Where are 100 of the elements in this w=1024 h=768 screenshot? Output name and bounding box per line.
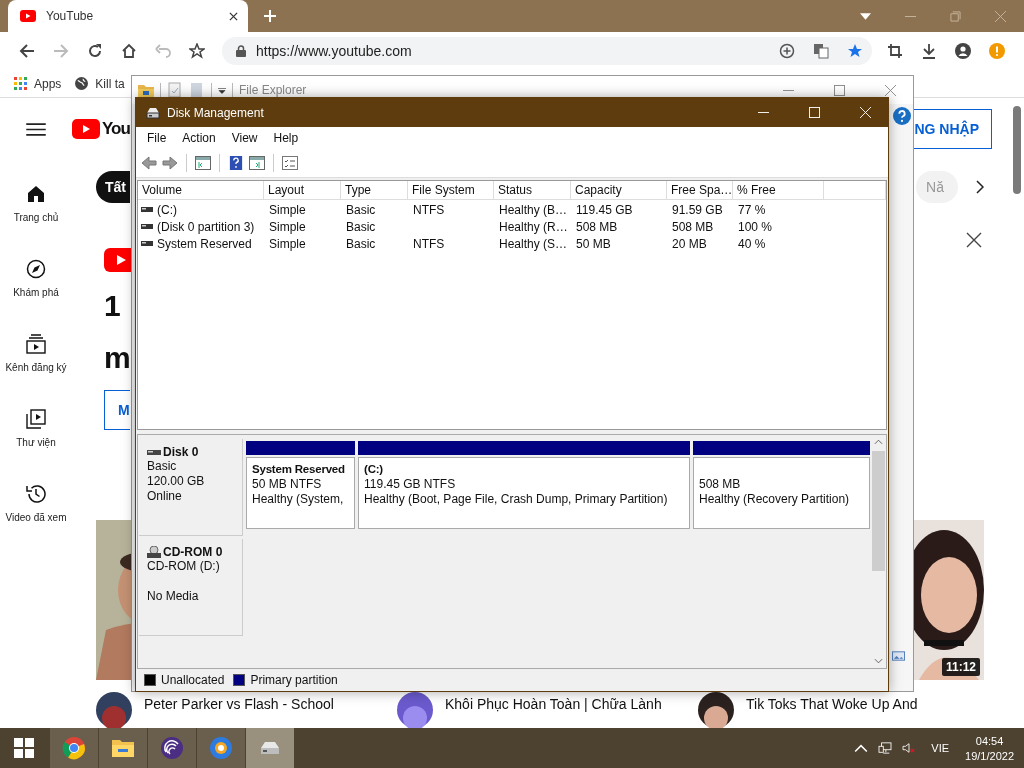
volume-muted-icon[interactable]	[902, 742, 917, 754]
table-cell-text: 100 %	[737, 219, 774, 234]
sidebar-item[interactable]: Trang chủ	[0, 166, 72, 241]
table-cell[interactable]: (Disk 0 partition 3)	[157, 219, 255, 234]
plus-circle-icon[interactable]	[779, 43, 795, 59]
filter-chip[interactable]: Tất	[96, 171, 130, 204]
caret-down-icon[interactable]	[218, 86, 226, 94]
video-title[interactable]: Khôi Phục Hoàn Toàn | Chữa Lành	[445, 696, 662, 728]
table-cell-text: Healthy (B…	[498, 202, 569, 217]
menu-item[interactable]: View	[231, 131, 258, 145]
star-icon[interactable]	[847, 43, 863, 59]
network-icon[interactable]	[878, 742, 893, 754]
maximize-icon[interactable]	[834, 84, 845, 96]
sidebar-item[interactable]: Thư viện	[0, 391, 72, 466]
sidebar-item[interactable]: Khám phá	[0, 241, 72, 316]
clock[interactable]: 04:54 19/1/2022	[965, 734, 1014, 762]
logo[interactable]: You	[72, 119, 130, 139]
disk-info: Basic	[147, 459, 178, 474]
folder-icon[interactable]	[138, 82, 154, 98]
history-icon	[26, 484, 46, 504]
scrollbar-thumb[interactable]	[871, 451, 885, 571]
banner-heading: m	[104, 340, 131, 377]
help-icon[interactable]	[228, 156, 244, 170]
partition-size: 50 MB NTFS	[252, 477, 323, 492]
column-header[interactable]: Layout	[264, 181, 341, 199]
windows-logo-icon[interactable]	[14, 738, 34, 758]
star-icon[interactable]	[189, 43, 205, 59]
volume-icon	[141, 240, 153, 247]
taskbar-app[interactable]	[99, 728, 147, 768]
clock-time: 04:54	[975, 734, 1004, 747]
scrollbar-thumb[interactable]	[1013, 106, 1021, 194]
column-header[interactable]: Capacity	[571, 181, 667, 199]
disk-label-panel[interactable]: CD-ROM 0 CD-ROM (D:) No Media	[139, 539, 243, 636]
tab-title: YouTube	[46, 9, 95, 23]
properties-icon[interactable]	[282, 156, 298, 170]
sign-in-button[interactable]: NG NHẬP	[914, 109, 992, 149]
document-icon[interactable]	[189, 82, 205, 98]
menu-item[interactable]: Help	[273, 131, 299, 145]
avatar[interactable]	[397, 692, 433, 728]
menu-icon[interactable]	[26, 122, 46, 136]
column-header[interactable]: % Free	[733, 181, 824, 199]
image-icon[interactable]	[892, 651, 905, 661]
console-tree-icon[interactable]	[195, 156, 211, 170]
profile-icon[interactable]	[955, 43, 971, 59]
bookmark[interactable]: Apps	[14, 76, 62, 91]
table-cell-text: 91.59 GB	[671, 202, 724, 217]
table-cell-text: 119.45 GB	[575, 202, 634, 217]
table-cell[interactable]: (C:)	[157, 202, 177, 217]
scroll-up-icon[interactable]	[873, 439, 883, 445]
video-title[interactable]: Tik Toks That Woke Up And	[746, 696, 918, 728]
avatar[interactable]	[698, 692, 734, 728]
taskbar-app[interactable]	[50, 728, 98, 768]
close-icon[interactable]	[966, 232, 982, 249]
help-icon[interactable]	[893, 107, 911, 125]
address-bar[interactable]: https://www.youtube.com	[222, 37, 872, 65]
avatar[interactable]	[96, 692, 132, 728]
table-cell-text: 77 %	[737, 202, 767, 217]
column-header[interactable]: Status	[494, 181, 571, 199]
play-logo-icon	[20, 8, 36, 24]
disk-info: Online	[147, 489, 183, 504]
plus-icon[interactable]	[264, 10, 276, 22]
volume-icon	[141, 206, 153, 213]
taskbar-app[interactable]	[148, 728, 196, 768]
cd-drive-icon	[147, 546, 161, 558]
action-pane-icon[interactable]	[249, 156, 265, 170]
scroll-down-icon[interactable]	[873, 658, 883, 664]
column-header[interactable]: File System	[408, 181, 494, 199]
reload-icon[interactable]	[87, 43, 103, 59]
disk-info: CD-ROM (D:)	[147, 559, 221, 574]
table-cell-text: 20 MB	[671, 236, 708, 251]
column-header[interactable]: Type	[341, 181, 408, 199]
translate-icon[interactable]	[813, 43, 829, 59]
browser-tab[interactable]: YouTube	[8, 0, 248, 32]
sidebar-item[interactable]: Kênh đăng ký	[0, 316, 72, 391]
column-header[interactable]: Volume	[138, 181, 264, 199]
table-cell-text: Simple	[268, 219, 307, 234]
sidebar-item[interactable]: Video đã xem	[0, 466, 72, 541]
forward-arrow-icon[interactable]	[162, 156, 178, 170]
video-title[interactable]: Peter Parker vs Flash - School	[144, 696, 334, 728]
back-arrow-icon[interactable]	[19, 43, 35, 59]
caret-up-icon[interactable]	[854, 742, 869, 754]
subscriptions-icon	[26, 334, 46, 354]
chevron-right-icon[interactable]	[976, 180, 984, 195]
close-icon[interactable]	[229, 11, 238, 21]
play-logo-icon	[72, 119, 100, 139]
window-title: Disk Management	[167, 105, 264, 120]
bookmark[interactable]: Kill ta	[75, 76, 125, 91]
table-cell-text: 508 MB	[575, 219, 619, 234]
disk-label-panel[interactable]: Disk 0 Basic 120.00 GB Online	[139, 439, 243, 536]
menu-item[interactable]: File	[147, 131, 167, 145]
clock-date: 19/1/2022	[965, 749, 1014, 762]
document-check-icon[interactable]	[167, 82, 183, 98]
column-header[interactable]: Free Spa…	[667, 181, 733, 199]
menu-item[interactable]: Action	[182, 131, 216, 145]
language-indicator[interactable]: VIE	[931, 742, 950, 754]
home-icon[interactable]	[121, 43, 137, 59]
banner-button[interactable]: M	[104, 390, 130, 431]
crop-icon[interactable]	[887, 43, 903, 59]
download-icon[interactable]	[921, 43, 937, 59]
table-cell[interactable]: System Reserved	[157, 236, 252, 251]
